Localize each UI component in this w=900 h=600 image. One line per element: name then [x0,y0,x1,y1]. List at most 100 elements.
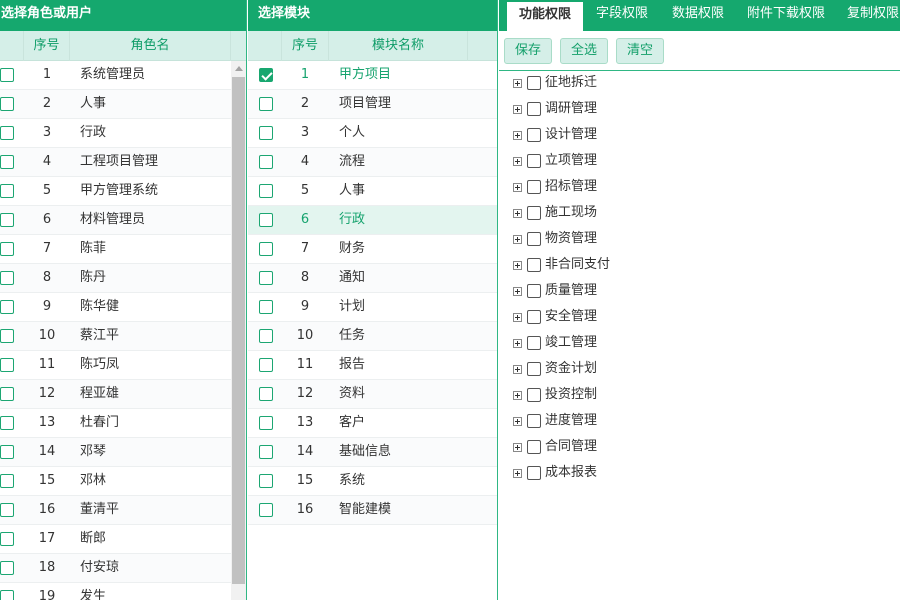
tree-node[interactable]: 非合同支付 [499,253,799,279]
table-row[interactable]: 1 甲方项目 [248,61,497,90]
row-checkbox[interactable] [0,503,14,517]
tree-node-checkbox[interactable] [527,128,541,142]
row-checkbox[interactable] [259,300,273,314]
row-checkbox[interactable] [259,126,273,140]
row-checkbox[interactable] [259,68,273,82]
tree-node[interactable]: 竣工管理 [499,331,799,357]
table-row[interactable]: 6 材料管理员 [0,206,231,235]
expand-plus-icon[interactable] [513,443,522,452]
table-row[interactable]: 8 陈丹 [0,264,231,293]
row-checkbox[interactable] [259,474,273,488]
tree-node-checkbox[interactable] [527,414,541,428]
tree-node-checkbox[interactable] [527,258,541,272]
expand-plus-icon[interactable] [513,339,522,348]
table-row[interactable]: 7 陈菲 [0,235,231,264]
tree-node[interactable]: 招标管理 [499,175,799,201]
row-checkbox[interactable] [259,213,273,227]
expand-plus-icon[interactable] [513,469,522,478]
row-checkbox[interactable] [259,155,273,169]
table-row[interactable]: 5 甲方管理系统 [0,177,231,206]
row-checkbox[interactable] [259,97,273,111]
table-row[interactable]: 15 系统 [248,467,497,496]
table-row[interactable]: 5 人事 [248,177,497,206]
tree-node-checkbox[interactable] [527,440,541,454]
row-checkbox[interactable] [259,242,273,256]
row-checkbox[interactable] [0,126,14,140]
table-row[interactable]: 14 邓琴 [0,438,231,467]
tree-node[interactable]: 立项管理 [499,149,799,175]
permission-tab[interactable]: 附件下载权限 [736,0,836,31]
clear-button[interactable]: 清空 [616,38,665,64]
table-row[interactable]: 19 发生 [0,583,231,600]
expand-plus-icon[interactable] [513,157,522,166]
row-checkbox[interactable] [0,387,14,401]
table-row[interactable]: 15 邓林 [0,467,231,496]
tree-node-checkbox[interactable] [527,284,541,298]
permission-tab[interactable]: 复制权限 [838,0,900,31]
row-checkbox[interactable] [0,445,14,459]
tree-node[interactable]: 投资控制 [499,383,799,409]
select-all-button[interactable]: 全选 [560,38,609,64]
row-checkbox[interactable] [0,242,14,256]
expand-plus-icon[interactable] [513,209,522,218]
expand-plus-icon[interactable] [513,313,522,322]
tree-node[interactable]: 成本报表 [499,461,799,487]
scroll-thumb[interactable] [232,77,245,584]
scroll-up-arrow-icon[interactable] [231,61,246,76]
tree-node-checkbox[interactable] [527,154,541,168]
expand-plus-icon[interactable] [513,391,522,400]
table-row[interactable]: 8 通知 [248,264,497,293]
table-row[interactable]: 11 报告 [248,351,497,380]
table-row[interactable]: 12 程亚雄 [0,380,231,409]
tree-node-checkbox[interactable] [527,310,541,324]
row-checkbox[interactable] [0,590,14,600]
tree-node[interactable]: 设计管理 [499,123,799,149]
tree-node-checkbox[interactable] [527,362,541,376]
expand-plus-icon[interactable] [513,79,522,88]
row-checkbox[interactable] [0,329,14,343]
row-checkbox[interactable] [0,271,14,285]
table-row[interactable]: 16 智能建模 [248,496,497,525]
table-row[interactable]: 14 基础信息 [248,438,497,467]
expand-plus-icon[interactable] [513,287,522,296]
table-row[interactable]: 2 人事 [0,90,231,119]
permission-tab[interactable]: 数据权限 [660,0,736,31]
table-row[interactable]: 17 断郎 [0,525,231,554]
row-checkbox[interactable] [0,358,14,372]
tree-node-checkbox[interactable] [527,180,541,194]
tree-node[interactable]: 施工现场 [499,201,799,227]
row-checkbox[interactable] [259,503,273,517]
save-button[interactable]: 保存 [504,38,553,64]
tree-node-checkbox[interactable] [527,388,541,402]
row-checkbox[interactable] [0,416,14,430]
expand-plus-icon[interactable] [513,235,522,244]
expand-plus-icon[interactable] [513,131,522,140]
table-row[interactable]: 9 陈华健 [0,293,231,322]
roles-scrollbar[interactable] [231,61,246,600]
table-row[interactable]: 2 项目管理 [248,90,497,119]
table-row[interactable]: 1 系统管理员 [0,61,231,90]
tree-node-checkbox[interactable] [527,336,541,350]
row-checkbox[interactable] [259,329,273,343]
table-row[interactable]: 4 工程项目管理 [0,148,231,177]
row-checkbox[interactable] [0,184,14,198]
table-row[interactable]: 9 计划 [248,293,497,322]
table-row[interactable]: 13 客户 [248,409,497,438]
tree-node-checkbox[interactable] [527,232,541,246]
table-row[interactable]: 4 流程 [248,148,497,177]
table-row[interactable]: 11 陈巧凤 [0,351,231,380]
row-checkbox[interactable] [0,300,14,314]
row-checkbox[interactable] [259,184,273,198]
row-checkbox[interactable] [259,416,273,430]
row-checkbox[interactable] [0,155,14,169]
tree-node-checkbox[interactable] [527,206,541,220]
permission-tab[interactable]: 字段权限 [584,0,660,31]
table-row[interactable]: 6 行政 [248,206,497,235]
tree-node-checkbox[interactable] [527,76,541,90]
tree-node[interactable]: 征地拆迁 [499,71,799,97]
tree-node[interactable]: 物资管理 [499,227,799,253]
expand-plus-icon[interactable] [513,261,522,270]
row-checkbox[interactable] [0,474,14,488]
tree-node-checkbox[interactable] [527,466,541,480]
row-checkbox[interactable] [259,445,273,459]
